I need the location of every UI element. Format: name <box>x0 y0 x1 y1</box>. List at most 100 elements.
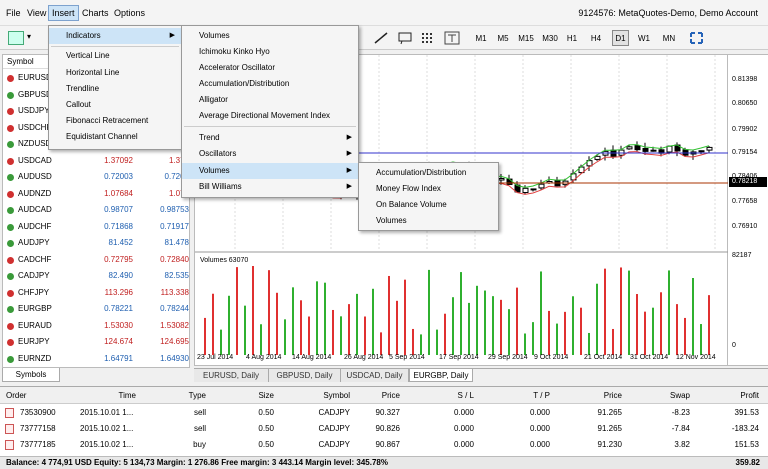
menu-item[interactable]: Alligator <box>182 92 358 108</box>
direction-icon <box>7 108 14 115</box>
column-header[interactable]: Price <box>588 391 622 400</box>
timeframe-m30[interactable]: M30 <box>540 31 560 47</box>
menu-item[interactable]: Fibonacci Retracement <box>49 113 181 129</box>
menu-item[interactable]: Average Directional Movement Index <box>182 108 358 124</box>
price-label: 0.79902 <box>732 126 758 133</box>
market-watch-row[interactable]: AUDJPY 81.452 81.478 <box>3 235 189 251</box>
market-watch-row[interactable]: EURAUD 1.53030 1.53082 <box>3 318 189 334</box>
trendline-tool-icon[interactable] <box>373 31 389 45</box>
menu-item[interactable]: Volumes ▶ <box>182 163 358 179</box>
market-watch-row[interactable]: CADCHF 0.72795 0.72840 <box>3 252 189 268</box>
market-watch-row[interactable]: CHFJPY 113.296 113.338 <box>3 285 189 301</box>
new-chart-icon[interactable] <box>8 31 24 45</box>
submenu-arrow-icon: ▶ <box>169 32 175 39</box>
column-header[interactable]: Profit <box>725 391 759 400</box>
tab-usdcad[interactable]: USDCAD, Daily <box>341 369 409 382</box>
tab-eurusd[interactable]: EURUSD, Daily <box>194 369 269 382</box>
timeframe-d1[interactable]: D1 <box>612 30 629 46</box>
table-cell: 0.000 <box>453 440 474 449</box>
date-label: 12 Nov 2014 <box>676 354 716 361</box>
menu-item[interactable]: Vertical Line <box>49 48 181 64</box>
timeframe-m5[interactable]: M5 <box>494 31 512 47</box>
symbol-name: NZDUSD <box>18 139 52 148</box>
timeframe-h1[interactable]: H1 <box>564 31 580 47</box>
market-watch-row[interactable]: CADJPY 82.490 82.535 <box>3 268 189 284</box>
timeframe-w1[interactable]: W1 <box>636 31 652 47</box>
menu-item[interactable]: Volumes <box>359 213 498 229</box>
grid-tool-icon[interactable] <box>420 31 436 45</box>
column-header[interactable]: Order <box>6 391 26 400</box>
table-row[interactable]: 73530900 2015.10.01 1... sell 0.50 CADJPY 90.… <box>0 405 768 421</box>
tab-eurgbp[interactable]: EURGBP, Daily <box>409 369 473 382</box>
menu-item[interactable]: Oscillators ▶ <box>182 146 358 162</box>
timeframe-m1[interactable]: M1 <box>472 31 490 47</box>
menu-item[interactable]: Volumes <box>182 28 358 44</box>
tab-gbpusd[interactable]: GBPUSD, Daily <box>269 369 341 382</box>
menu-item-label: Accumulation/Distribution <box>376 168 467 177</box>
tab-symbols[interactable]: Symbols <box>2 368 60 382</box>
market-watch-row[interactable]: EURGBP 0.78221 0.78244 <box>3 301 189 317</box>
table-cell: 91.265 <box>597 408 622 417</box>
menu-item[interactable]: On Balance Volume <box>359 197 498 213</box>
column-header[interactable]: Time <box>112 391 136 400</box>
date-label: 5 Sep 2014 <box>389 354 425 361</box>
menu-insert[interactable]: Insert <box>48 5 79 21</box>
menu-options[interactable]: Options <box>114 8 145 18</box>
fullscreen-icon[interactable] <box>689 31 704 45</box>
symbol-name: USDJPY <box>18 106 50 115</box>
market-watch-row[interactable]: EURNZD 1.64791 1.64930 <box>3 351 189 367</box>
column-header[interactable]: T / P <box>520 391 550 400</box>
timeframe-m15[interactable]: M15 <box>516 31 536 47</box>
menu-item[interactable]: Accumulation/Distribution <box>359 165 498 181</box>
market-watch-row[interactable]: AUDUSD 0.72003 0.7202 <box>3 169 189 185</box>
market-watch-row[interactable]: AUDCAD 0.98707 0.98753 <box>3 202 189 218</box>
timeframe-h4[interactable]: H4 <box>588 31 604 47</box>
callout-tool-icon[interactable] <box>397 31 413 45</box>
table-cell: 0.50 <box>258 440 274 449</box>
direction-icon <box>7 91 14 99</box>
menu-item[interactable]: Indicators ▶ <box>49 28 181 44</box>
submenu-arrow-icon: ▶ <box>346 134 352 141</box>
symbol-name: AUDCAD <box>18 205 52 214</box>
table-row[interactable]: 73777185 2015.10.02 1... buy 0.50 CADJPY 90.8… <box>0 437 768 453</box>
text-tool-icon[interactable] <box>444 31 460 45</box>
menu-item[interactable]: Money Flow Index <box>359 181 498 197</box>
menu-item[interactable]: Ichimoku Kinko Hyo <box>182 44 358 60</box>
candle <box>626 146 633 150</box>
dropdown-arrow-icon[interactable]: ▾ <box>27 32 31 41</box>
table-row[interactable]: 73777158 2015.10.02 1... sell 0.50 CADJPY 90.… <box>0 421 768 437</box>
column-header[interactable]: Symbol <box>310 391 350 400</box>
column-header[interactable]: Type <box>182 391 206 400</box>
direction-icon <box>7 157 14 165</box>
menu-file[interactable]: File <box>6 8 21 18</box>
price-scale[interactable]: 0.81398 0.80650 0.79902 0.79154 0.78406 … <box>728 54 768 366</box>
market-watch-row[interactable]: USDCAD 1.37092 1.371 <box>3 153 189 169</box>
column-header[interactable]: S / L <box>444 391 474 400</box>
menu-item[interactable]: Accelerator Oscillator <box>182 60 358 76</box>
timeframe-mn[interactable]: MN <box>660 31 678 47</box>
column-header[interactable]: Size <box>252 391 274 400</box>
direction-icon <box>7 339 14 346</box>
menu-item[interactable]: Bill Williams ▶ <box>182 179 358 195</box>
market-watch-row[interactable]: AUDCHF 0.71868 0.71917 <box>3 219 189 235</box>
column-header[interactable]: Price <box>366 391 400 400</box>
date-label: 23 Jul 2014 <box>197 354 234 361</box>
bid-price: 82.490 <box>108 271 133 280</box>
menu-charts[interactable]: Charts <box>82 8 109 18</box>
menu-item[interactable]: Trendline <box>49 81 181 97</box>
table-cell: 0.000 <box>453 424 474 433</box>
menu-item[interactable]: Horizontal Line <box>49 65 181 81</box>
menu-item[interactable]: Callout <box>49 97 181 113</box>
menu-item[interactable]: Trend ▶ <box>182 130 358 146</box>
table-cell: -7.84 <box>671 424 690 433</box>
menu-view[interactable]: View <box>27 8 46 18</box>
market-watch-row[interactable]: AUDNZD 1.07684 1.077 <box>3 186 189 202</box>
ask-price: 0.72840 <box>160 254 189 264</box>
direction-icon <box>7 256 14 264</box>
chart-tabs: EURUSD, Daily GBPUSD, Daily USDCAD, Dail… <box>194 368 768 382</box>
market-watch-row[interactable]: EURJPY 124.674 124.695 <box>3 334 189 350</box>
column-header[interactable]: Swap <box>660 391 690 400</box>
table-cell: buy <box>193 440 206 449</box>
menu-item[interactable]: Accumulation/Distribution <box>182 76 358 92</box>
menu-item[interactable]: Equidistant Channel <box>49 129 181 145</box>
